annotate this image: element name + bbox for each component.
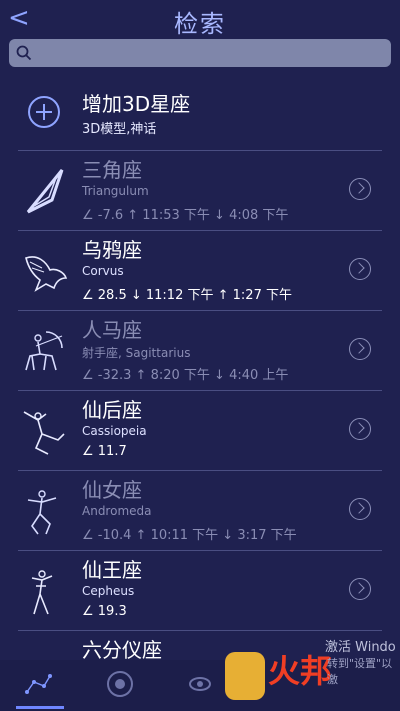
- constellation-meta: ∠ 28.5 ↓ 11:12 下午 ↑ 1:27 下午: [82, 288, 292, 303]
- cassiopeia-figure-icon: [23, 411, 65, 455]
- constellation-meta: ∠ 11.7: [82, 444, 127, 459]
- constellation-name: 六分仪座: [82, 638, 162, 660]
- search-icon: [16, 45, 32, 61]
- constellation-meta: ∠ 19.3: [82, 604, 127, 619]
- active-tab-indicator: [16, 706, 64, 709]
- constellation-name: 三角座: [82, 158, 142, 182]
- constellation-latin-name: Andromeda: [82, 504, 152, 518]
- chevron-right-circle-icon[interactable]: [349, 338, 371, 360]
- constellation-tab-icon[interactable]: [22, 668, 54, 700]
- galaxy-tab-icon[interactable]: [184, 668, 216, 700]
- divider: [18, 230, 382, 231]
- cepheus-figure-icon: [31, 570, 53, 615]
- divider: [18, 550, 382, 551]
- activation-watermark-sub: 转到"设置"以激: [327, 657, 393, 686]
- corvus-figure-icon: [25, 256, 68, 292]
- chevron-right-circle-icon[interactable]: [349, 578, 371, 600]
- search-input[interactable]: [9, 39, 391, 67]
- add-3d-constellation-item[interactable]: 增加3D星座 3D模型,神话: [0, 82, 400, 148]
- plus-circle-icon: [28, 96, 60, 128]
- constellation-latin-name: 射手座, Sagittarius: [82, 346, 191, 360]
- sextans-figure-icon: [16, 644, 72, 660]
- constellation-name: 仙王座: [82, 558, 142, 582]
- list-item[interactable]: 乌鸦座 Corvus ∠ 28.5 ↓ 11:12 下午 ↑ 1:27 下午: [0, 230, 400, 310]
- list-item[interactable]: 人马座 射手座, Sagittarius ∠ -32.3 ↑ 8:20 下午 ↓…: [0, 310, 400, 390]
- constellation-latin-name: Cassiopeia: [82, 424, 147, 438]
- list-item[interactable]: 仙王座 Cepheus ∠ 19.3: [0, 550, 400, 630]
- list-item[interactable]: 仙女座 Andromeda ∠ -10.4 ↑ 10:11 下午 ↓ 3:17 …: [0, 470, 400, 550]
- andromeda-figure-icon: [27, 490, 57, 535]
- page-title: 检索: [174, 10, 226, 38]
- divider: [18, 470, 382, 471]
- constellation-name: 人马座: [82, 318, 142, 342]
- list-item[interactable]: 三角座 Triangulum ∠ -7.6 ↑ 11:53 下午 ↓ 4:08 …: [0, 150, 400, 230]
- chevron-right-circle-icon[interactable]: [349, 498, 371, 520]
- watermark-logo: [225, 652, 265, 700]
- divider: [18, 150, 382, 151]
- constellation-meta: ∠ -32.3 ↑ 8:20 下午 ↓ 4:40 上午: [82, 368, 289, 383]
- activation-watermark: 激活 Windo: [325, 640, 396, 655]
- add-item-subtitle: 3D模型,神话: [82, 122, 157, 137]
- constellation-meta: ∠ -7.6 ↑ 11:53 下午 ↓ 4:08 下午: [82, 208, 289, 223]
- chevron-right-circle-icon[interactable]: [349, 418, 371, 440]
- constellation-name: 仙后座: [82, 398, 142, 422]
- divider: [18, 310, 382, 311]
- constellation-meta: ∠ -10.4 ↑ 10:11 下午 ↓ 3:17 下午: [82, 528, 297, 543]
- constellation-name: 乌鸦座: [82, 238, 142, 262]
- add-item-title: 增加3D星座: [82, 92, 191, 116]
- watermark-logo-text: 火邦: [268, 652, 333, 690]
- constellation-latin-name: Cepheus: [82, 584, 135, 598]
- divider: [18, 390, 382, 391]
- list-item[interactable]: 仙后座 Cassiopeia ∠ 11.7: [0, 390, 400, 470]
- divider: [18, 630, 382, 631]
- header: < 检索: [0, 0, 400, 38]
- chevron-right-circle-icon[interactable]: [349, 178, 371, 200]
- constellation-latin-name: Triangulum: [82, 184, 149, 198]
- sagittarius-figure-icon: [25, 331, 63, 371]
- constellation-latin-name: Corvus: [82, 264, 124, 278]
- planet-tab-icon[interactable]: [104, 668, 136, 700]
- triangulum-figure-icon: [26, 169, 64, 214]
- constellation-name: 仙女座: [82, 478, 142, 502]
- chevron-right-circle-icon[interactable]: [349, 258, 371, 280]
